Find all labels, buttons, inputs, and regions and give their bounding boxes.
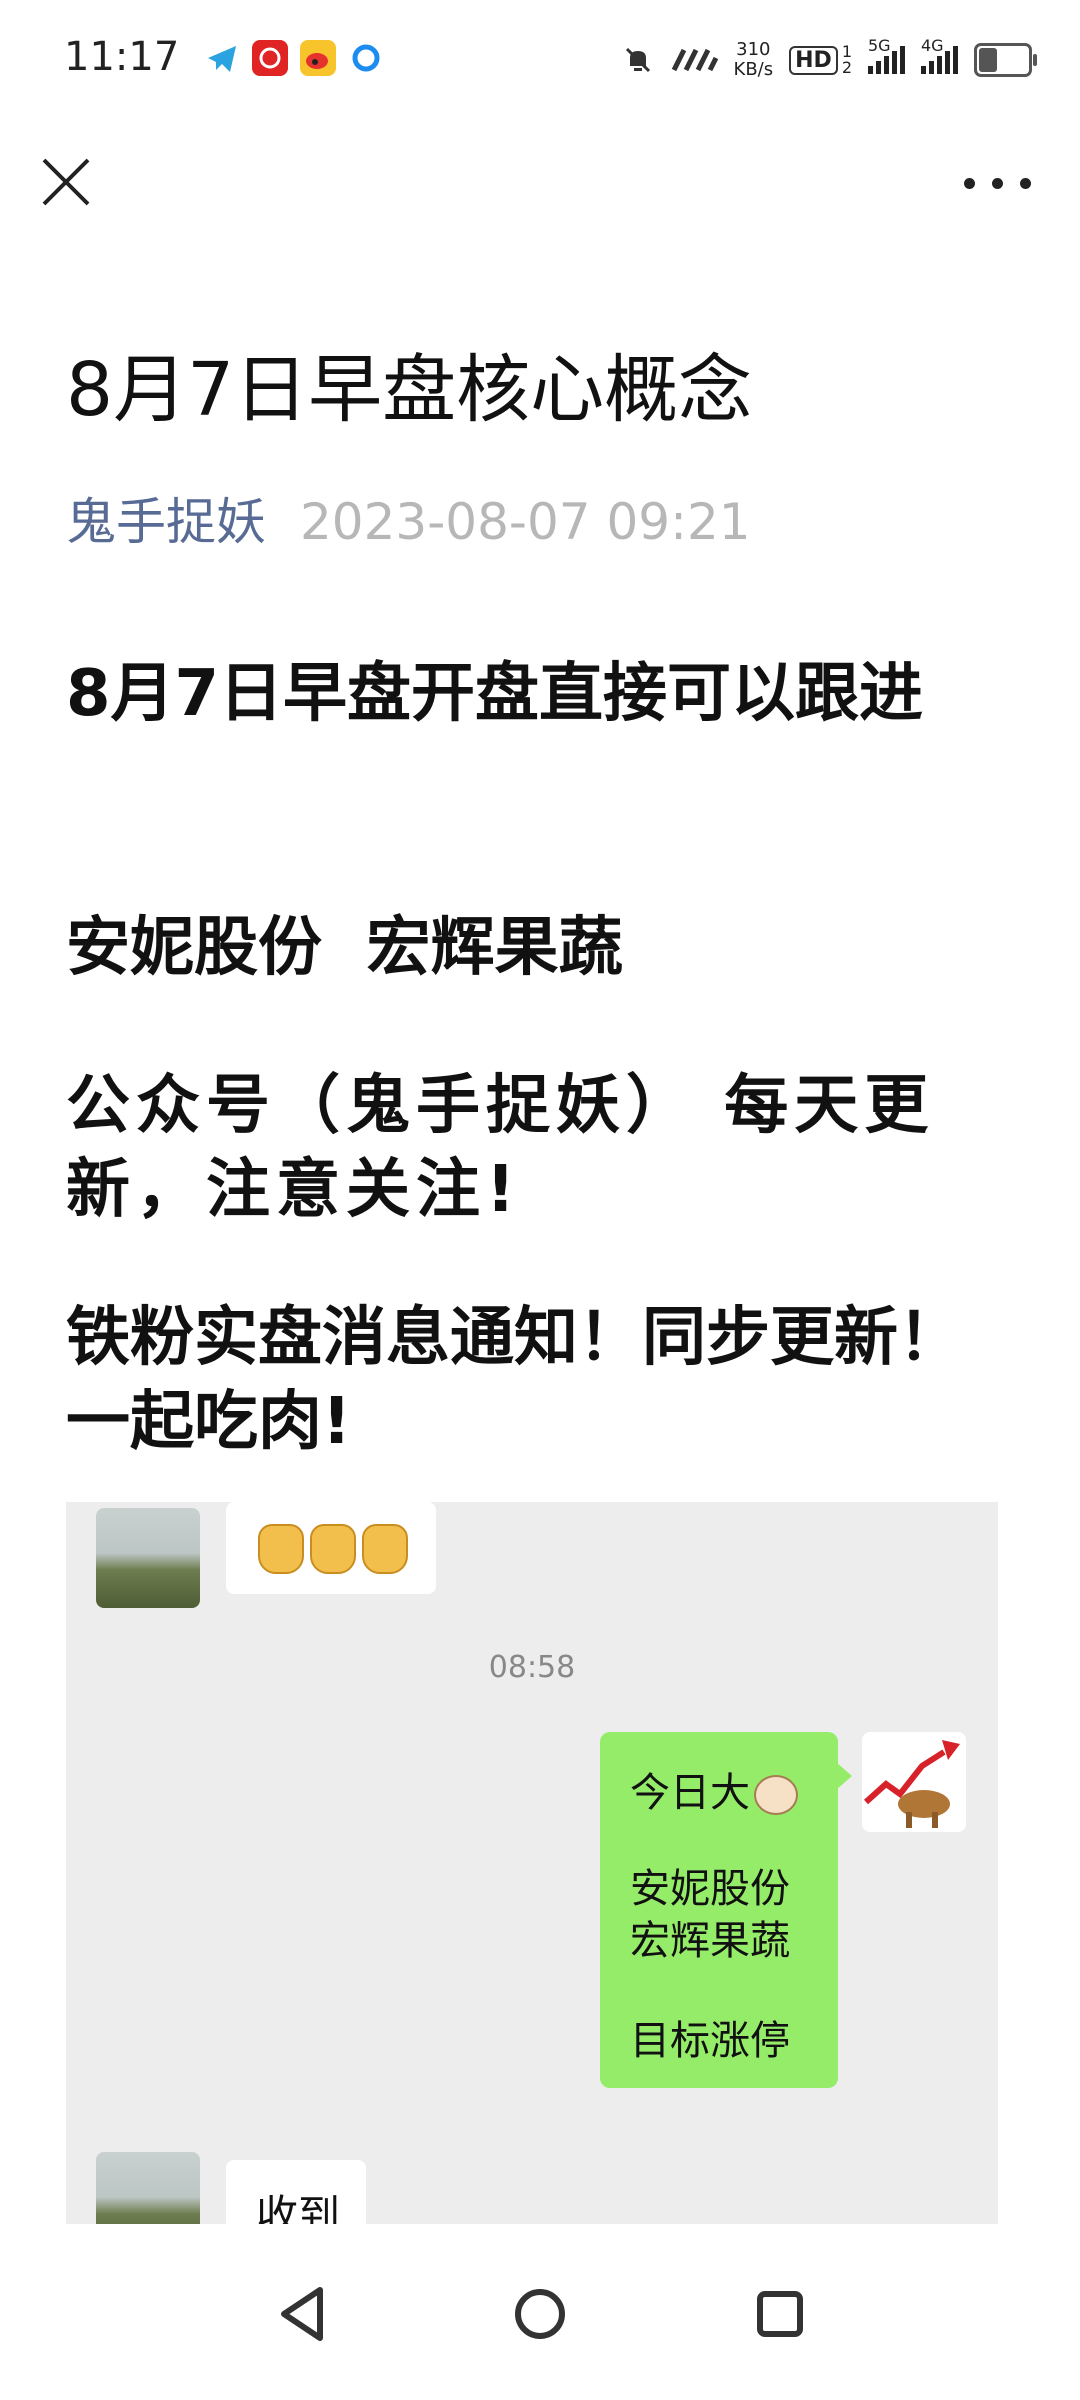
author-link[interactable]: 鬼手捉妖 [66,493,266,551]
signal-5g-label: 5G [868,36,891,55]
status-indicators: 310 KB/s HD 1 2 5G 4G [622,36,1037,84]
system-nav-bar [0,2224,1080,2400]
network-speed-unit: KB/s [733,59,774,80]
telegram-icon [204,40,240,76]
fist-emoji-icon [310,1524,356,1574]
recents-button[interactable] [740,2274,820,2354]
fist-emoji-icon [362,1524,408,1574]
sent-message-line: 宏辉果蔬 [630,1918,790,1964]
received-message-text: 收到 [256,2191,341,2224]
article-paragraph: 公众号（鬼手捉妖） 每天更新，注意关注! [66,1069,935,1227]
signal-5g: 5G [868,36,905,74]
signal-4g-label: 4G [921,36,944,55]
bull-stock-avatar-icon [863,1740,960,1828]
chat-screenshot: 08:58 今日大 安妮股份 宏辉果蔬 目标涨停 收到 [66,1502,998,2224]
weibo-icon [300,40,336,76]
sent-message-line: 安妮股份 [630,1866,790,1912]
app-red-icon [252,40,288,76]
home-button[interactable] [500,2274,580,2354]
recents-icon [757,2291,803,2337]
fist-emoji-icon [258,1524,304,1574]
avatar [96,2152,200,2224]
network-speed-value: 310 [736,39,771,60]
more-button[interactable] [964,162,1036,202]
article-paragraph: 安妮股份 宏辉果蔬 [66,911,623,985]
article-paragraph: 8月7日早盘开盘直接可以跟进 [66,657,924,731]
self-avatar [862,1732,966,1832]
sent-message-line: 今日大 [630,1760,798,1818]
sent-message-bubble: 今日大 安妮股份 宏辉果蔬 目标涨停 [600,1732,852,2088]
mute-icon [625,47,650,73]
article-title: 8月7日早盘核心概念 [66,347,753,433]
browser-icon [348,40,384,76]
chat-timestamp: 08:58 [488,1650,576,1685]
close-icon [42,158,90,206]
signal-4g: 4G [921,36,958,74]
close-button[interactable] [40,156,92,208]
sim2-label: 2 [841,58,852,77]
network-speed: 310 KB/s [734,40,774,80]
bubble-tail [836,1762,852,1790]
publish-date: 2023-08-07 09:21 [300,493,751,551]
home-icon [515,2289,565,2339]
signal-brand-icon [671,48,718,72]
status-time: 11:17 [64,34,180,80]
cow-emoji-icon [754,1775,798,1815]
hd-badge: HD [789,45,838,75]
sent-message-line: 目标涨停 [630,2018,790,2064]
sent-message-text: 今日大 [630,1770,750,1816]
back-button[interactable] [262,2274,342,2354]
fist-emoji-message [226,1502,436,1594]
article-meta: 鬼手捉妖 2023-08-07 09:21 [66,482,751,554]
sim-labels: 1 2 [842,44,852,76]
received-message-bubble: 收到 [226,2160,366,2224]
status-bar: 11:17 310 KB/s HD 1 2 5G 4G [0,0,1080,120]
avatar [96,1508,200,1608]
article-paragraph: 铁粉实盘消息通知！同步更新！一起吃肉! [66,1301,962,1459]
battery-icon [974,43,1037,77]
battery-fill [979,48,997,72]
back-icon [281,2287,323,2341]
